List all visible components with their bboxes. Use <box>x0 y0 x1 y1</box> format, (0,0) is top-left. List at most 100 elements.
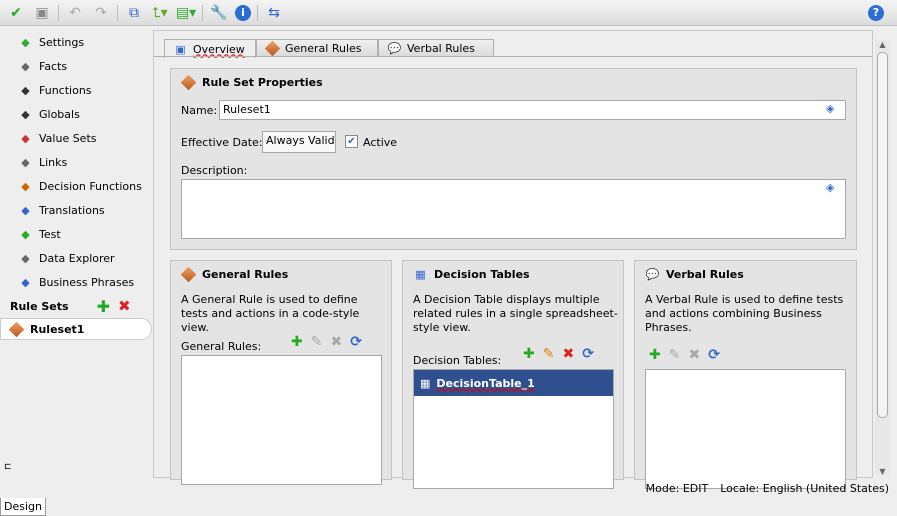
link-icon[interactable]: ⧉ <box>124 3 144 23</box>
info-icon[interactable]: i <box>235 4 251 21</box>
sidebar-item-label: Settings <box>39 35 85 49</box>
export-icon[interactable]: ▤▾ <box>176 3 196 23</box>
tab-label: Overview <box>193 42 245 56</box>
ruleset-item[interactable]: Ruleset1 <box>0 318 152 340</box>
sidebar-item-label: Functions <box>39 83 92 97</box>
add-icon[interactable]: ✚ <box>523 346 535 362</box>
section-title: General Rules <box>202 268 289 281</box>
links-icon: ◆ <box>21 155 30 169</box>
collapse-icon[interactable]: ⊏ <box>4 462 12 472</box>
general-rules-section: General Rules A General Rule is used to … <box>170 260 392 485</box>
status-bar: Mode: EDIT Locale: English (United State… <box>0 478 897 498</box>
decision-tables-section: ▦ Decision Tables A Decision Table displa… <box>402 260 624 489</box>
validate-icon[interactable]: ✔ <box>6 3 26 23</box>
section-title: Verbal Rules <box>666 268 744 281</box>
sidebar-item-label: Decision Functions <box>39 179 142 193</box>
sidebar-item-label: Links <box>39 155 68 169</box>
tab-verbal-rules[interactable]: 💬 Verbal Rules <box>378 39 494 57</box>
value-sets-icon: ◆ <box>21 131 30 145</box>
sidebar-item-functions[interactable]: ◆ Functions <box>0 78 152 102</box>
divider <box>117 4 118 21</box>
sidebar-item-label: Value Sets <box>39 131 97 145</box>
deploy-icon[interactable]: ⇆ <box>264 3 284 23</box>
section-description: A Decision Table displays multiple relat… <box>413 293 618 334</box>
design-tab[interactable]: Design <box>0 498 46 516</box>
sidebar-item-decision-functions[interactable]: ◆ Decision Functions <box>0 174 152 198</box>
ruleset-label: Ruleset1 <box>30 322 85 336</box>
sidebar-item-translations[interactable]: ◆ Translations <box>0 198 152 222</box>
sidebar-item-label: Facts <box>39 59 68 73</box>
section-description: A General Rule is used to define tests a… <box>181 293 360 334</box>
verbal-rules-section: 💬 Verbal Rules A Verbal Rule is used to d… <box>634 260 857 489</box>
sidebar-item-value-sets[interactable]: ◆ Value Sets <box>0 126 152 150</box>
verbal-rules-list[interactable] <box>645 369 846 489</box>
sidebar-item-label: Test <box>39 227 61 241</box>
delete-icon[interactable]: ✖ <box>562 346 574 362</box>
preview-icon[interactable]: ▣ <box>32 3 52 23</box>
active-label: Active <box>363 136 398 149</box>
business-phrases-icon: ◆ <box>21 275 30 289</box>
effective-date-button[interactable]: Always Valid <box>262 131 336 153</box>
sidebar-item-data-explorer[interactable]: ◆ Data Explorer <box>0 246 152 270</box>
help-icon[interactable]: ? <box>868 5 884 21</box>
edit-icon[interactable]: ✎ <box>543 346 555 362</box>
sidebar-item-business-phrases[interactable]: ◆ Business Phrases <box>0 270 152 294</box>
locale-status: Locale: English (United States) <box>720 481 889 495</box>
tools-icon[interactable]: 🔧 <box>209 3 229 23</box>
translate-icon[interactable]: ◈ <box>826 102 834 115</box>
undo-icon[interactable]: ↶ <box>65 3 85 23</box>
delete-icon[interactable]: ✖ <box>688 347 700 363</box>
rule-set-properties: Rule Set Properties Name: Ruleset1 ◈ Eff… <box>170 68 857 250</box>
globals-icon: ◆ <box>21 107 30 121</box>
vertical-scrollbar[interactable]: ▲ ▼ <box>875 40 890 476</box>
effective-date-label: Effective Date: <box>181 136 263 149</box>
decision-tables-list[interactable]: ▦ DecisionTable_1 <box>413 369 614 489</box>
translate-icon[interactable]: ◈ <box>826 181 834 194</box>
decision-table-icon: ▦ <box>420 376 431 390</box>
edit-icon[interactable]: ✎ <box>311 334 323 350</box>
sidebar-item-settings[interactable]: ◆ Settings <box>0 30 152 54</box>
add-icon[interactable]: ✚ <box>649 347 661 363</box>
divider <box>202 4 203 21</box>
edit-icon[interactable]: ✎ <box>669 347 681 363</box>
sidebar-item-test[interactable]: ◆ Test <box>0 222 152 246</box>
description-input[interactable] <box>181 179 846 239</box>
redo-icon[interactable]: ↷ <box>91 3 111 23</box>
sidebar-item-globals[interactable]: ◆ Globals <box>0 102 152 126</box>
ruleset-icon <box>180 74 197 91</box>
add-icon[interactable]: ✚ <box>291 334 303 350</box>
main-panel: ▣ Overview General Rules 💬 Verbal Rules Ru… <box>153 30 873 489</box>
refresh-icon[interactable]: ⟳ <box>582 346 594 362</box>
sidebar-item-label: Data Explorer <box>39 251 115 265</box>
import-icon[interactable]: ⮤▾ <box>150 3 170 23</box>
add-ruleset-icon[interactable]: ✚ <box>97 297 110 316</box>
sidebar-item-facts[interactable]: ◆ Facts <box>0 54 152 78</box>
scroll-thumb[interactable] <box>877 52 888 418</box>
mode-status: Mode: EDIT <box>645 481 709 495</box>
delete-icon[interactable]: ✖ <box>330 334 342 350</box>
list-item[interactable]: ▦ DecisionTable_1 <box>414 370 613 396</box>
verbal-rules-icon: 💬 <box>387 42 402 55</box>
delete-ruleset-icon[interactable]: ✖ <box>118 297 131 315</box>
sidebar-item-label: Business Phrases <box>39 275 135 289</box>
section-title: Decision Tables <box>434 268 530 281</box>
verbal-rules-icon: 💬 <box>645 268 660 281</box>
name-input[interactable]: Ruleset1 <box>219 100 846 120</box>
list-label: Decision Tables: <box>413 354 502 367</box>
refresh-icon[interactable]: ⟳ <box>350 334 362 350</box>
general-rules-list[interactable] <box>181 355 382 485</box>
refresh-icon[interactable]: ⟳ <box>708 347 720 363</box>
divider <box>58 4 59 21</box>
active-checkbox[interactable]: ✔ <box>345 135 358 148</box>
general-rules-icon <box>180 266 197 283</box>
tab-general-rules[interactable]: General Rules <box>256 39 378 57</box>
list-item-label: DecisionTable_1 <box>436 376 535 390</box>
section-title: Rule Set Properties <box>202 76 323 89</box>
overview-icon: ▣ <box>175 42 186 56</box>
settings-icon: ◆ <box>21 35 30 49</box>
divider <box>257 4 258 21</box>
sidebar-item-links[interactable]: ◆ Links <box>0 150 152 174</box>
sidebar-item-label: Translations <box>39 203 105 217</box>
list-label: General Rules: <box>181 340 262 353</box>
description-label: Description: <box>181 164 248 177</box>
